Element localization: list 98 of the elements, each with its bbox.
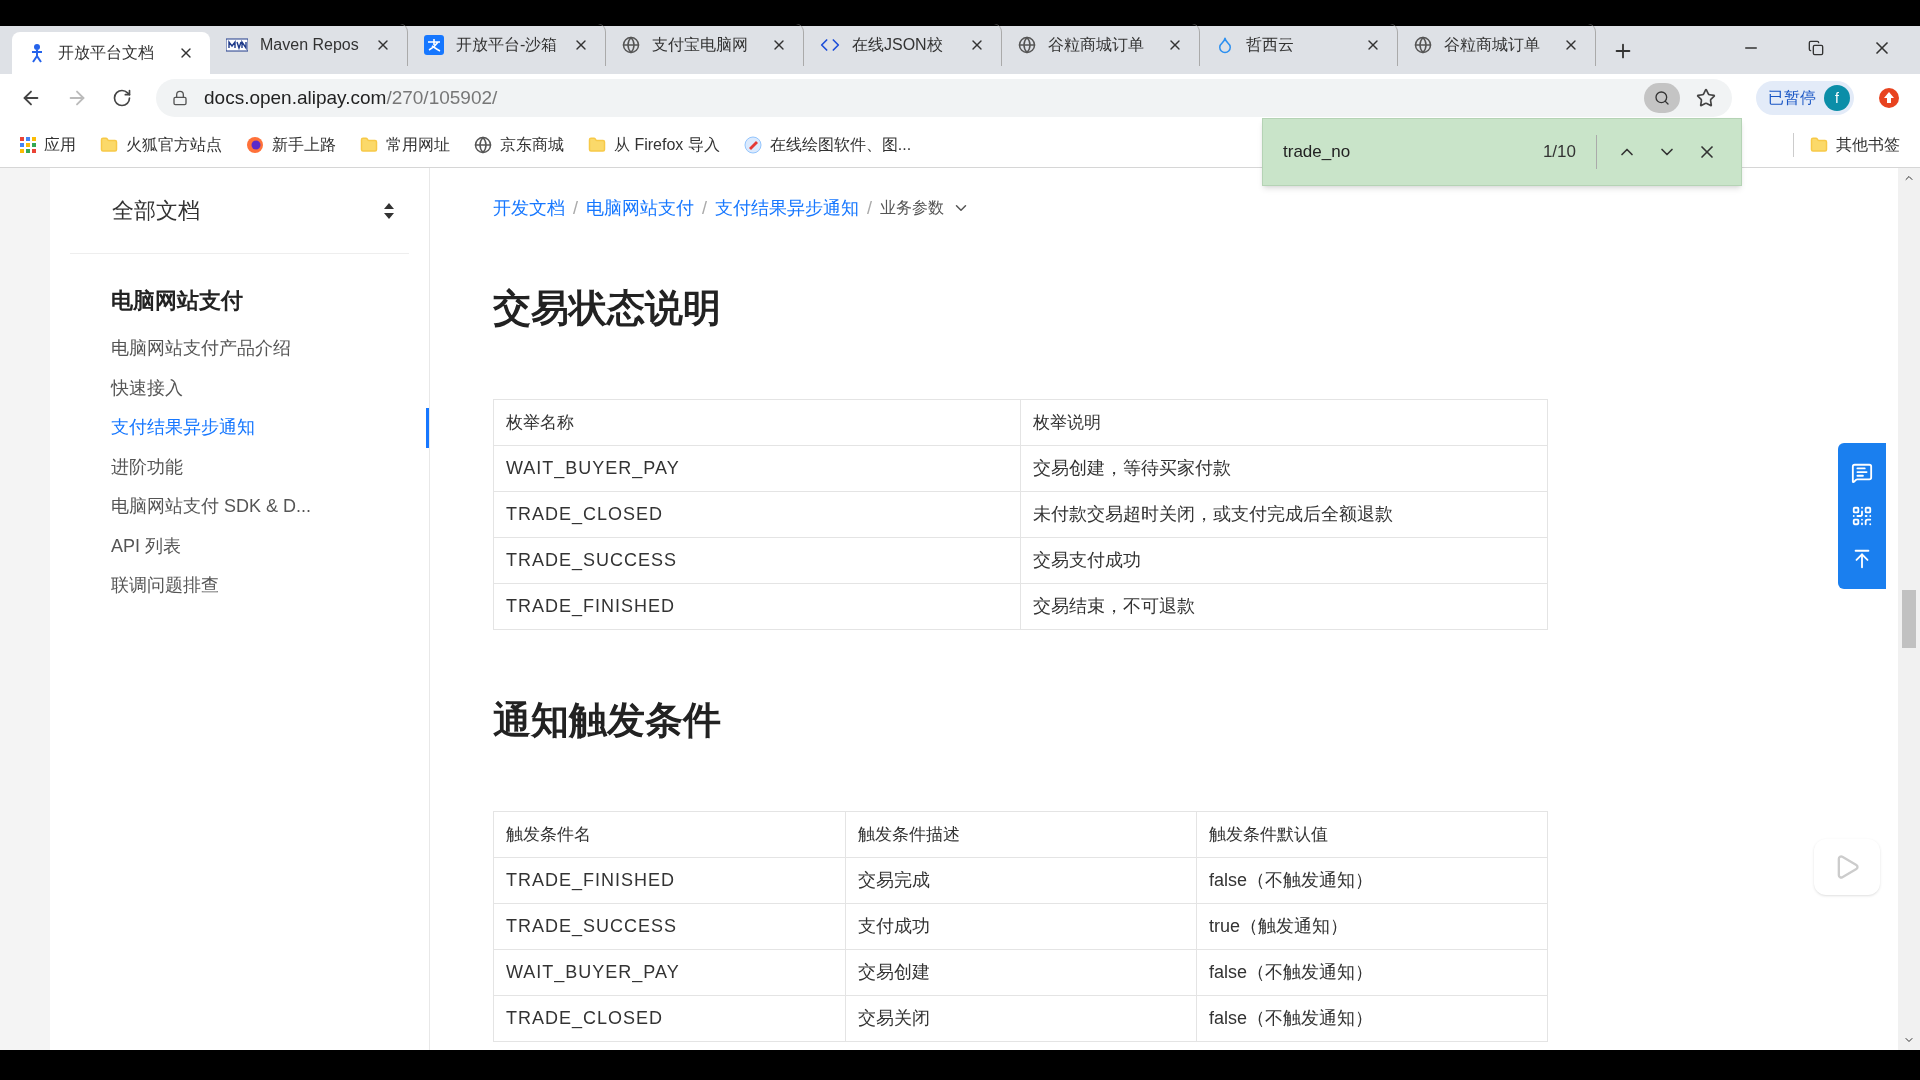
browser-tab[interactable]: 在线JSON校 bbox=[804, 24, 1002, 66]
sidebar-item[interactable]: 快速接入 bbox=[50, 368, 429, 408]
browser-tab[interactable]: 谷粒商城订单 bbox=[1002, 24, 1200, 66]
sidebar-item[interactable]: 电脑网站支付产品介绍 bbox=[50, 329, 429, 369]
sidebar-item[interactable]: 电脑网站支付 SDK & D... bbox=[50, 487, 429, 527]
column-header: 触发条件名 bbox=[494, 812, 846, 858]
bookmark[interactable]: 京东商城 bbox=[474, 132, 564, 157]
table-cell: false（不触发通知） bbox=[1197, 996, 1548, 1042]
browser-tab[interactable]: Maven Repos bbox=[210, 24, 408, 66]
globe-icon bbox=[1018, 36, 1036, 54]
update-icon[interactable] bbox=[1878, 87, 1900, 109]
browser-tab[interactable]: 开放平台-沙箱 bbox=[408, 24, 606, 66]
sidebar-item[interactable]: 进阶功能 bbox=[50, 447, 429, 487]
lock-icon bbox=[172, 90, 188, 106]
find-query[interactable]: trade_no bbox=[1283, 139, 1543, 165]
tab-title: Maven Repos bbox=[260, 35, 360, 55]
url-text: docs.open.alipay.com/270/105902/ bbox=[204, 85, 498, 110]
profile-button[interactable]: 已暂停 f bbox=[1756, 81, 1854, 115]
bookmark[interactable]: 其他书签 bbox=[1793, 132, 1900, 157]
tab-title: 开放平台-沙箱 bbox=[456, 35, 559, 55]
table-cell: TRADE_FINISHED bbox=[494, 858, 846, 904]
table-cell: 交易创建，等待买家付款 bbox=[1021, 446, 1548, 492]
table-cell: WAIT_BUYER_PAY bbox=[494, 446, 1021, 492]
folder-icon bbox=[588, 135, 606, 154]
tab-title: 开放平台文档 bbox=[58, 43, 155, 63]
table-cell: TRADE_CLOSED bbox=[494, 996, 846, 1042]
tab-title: 支付宝电脑网 bbox=[652, 35, 749, 55]
avatar: f bbox=[1824, 85, 1850, 111]
qr-code-icon[interactable] bbox=[1851, 505, 1873, 527]
reload-icon[interactable] bbox=[112, 88, 132, 108]
bookmark[interactable]: 火狐官方站点 bbox=[100, 132, 222, 157]
breadcrumb-separator: / bbox=[702, 196, 708, 220]
sort-icon[interactable] bbox=[383, 201, 395, 220]
payment-icon bbox=[424, 35, 444, 55]
breadcrumb-separator: / bbox=[867, 196, 873, 220]
browser-tab[interactable]: 开放平台文档 bbox=[12, 32, 210, 74]
restore-icon[interactable] bbox=[1808, 40, 1824, 56]
browser-tab[interactable]: 支付宝电脑网 bbox=[606, 24, 804, 66]
table-cell: TRADE_SUCCESS bbox=[494, 538, 1021, 584]
match-count: 1/10 bbox=[1542, 135, 1597, 169]
table-cell: 交易创建 bbox=[846, 950, 1197, 996]
table-cell: TRADE_CLOSED bbox=[494, 492, 1021, 538]
column-header: 触发条件描述 bbox=[846, 812, 1197, 858]
bookmark[interactable]: 新手上路 bbox=[246, 132, 336, 157]
tab-title: 哲西云 bbox=[1246, 35, 1295, 55]
column-header: 枚举名称 bbox=[494, 400, 1021, 446]
tab-title: 谷粒商城订单 bbox=[1444, 35, 1541, 55]
breadcrumb-separator: / bbox=[573, 196, 578, 220]
sidebar-item[interactable]: 支付结果异步通知 bbox=[50, 408, 429, 448]
globe-icon bbox=[474, 135, 492, 154]
firefox-icon bbox=[246, 135, 264, 154]
folder-icon bbox=[100, 135, 118, 154]
table-cell: 交易结束，不可退款 bbox=[1021, 584, 1548, 630]
breadcrumb-current[interactable]: 业务参数 bbox=[880, 196, 945, 220]
drawing-app-icon bbox=[743, 135, 762, 154]
browser-tab[interactable]: 哲西云 bbox=[1200, 24, 1398, 66]
section-heading: 通知触发条件 bbox=[493, 698, 722, 743]
table-cell: 交易完成 bbox=[846, 858, 1197, 904]
table-cell: true（触发通知） bbox=[1197, 904, 1548, 950]
table-cell: 交易支付成功 bbox=[1021, 538, 1548, 584]
help-icon[interactable] bbox=[1851, 461, 1873, 484]
table-cell: TRADE_SUCCESS bbox=[494, 904, 846, 950]
section-title: 电脑网站支付 bbox=[110, 287, 244, 315]
bookmark[interactable]: 在线绘图软件、图... bbox=[743, 132, 912, 157]
browser-tab[interactable]: 谷粒商城订单 bbox=[1398, 24, 1596, 66]
table-cell: false（不触发通知） bbox=[1197, 858, 1548, 904]
globe-icon bbox=[1414, 36, 1432, 54]
table-cell: 交易关闭 bbox=[846, 996, 1197, 1042]
address-bar[interactable]: docs.open.alipay.com/270/105902/ bbox=[156, 79, 1732, 117]
table-cell: WAIT_BUYER_PAY bbox=[494, 950, 846, 996]
folder-icon bbox=[360, 135, 378, 154]
column-header: 触发条件默认值 bbox=[1197, 812, 1548, 858]
table-cell: 未付款交易超时关闭，或支付完成后全额退款 bbox=[1021, 492, 1548, 538]
table-cell: 支付成功 bbox=[846, 904, 1197, 950]
breadcrumb-link[interactable]: 支付结果异步通知 bbox=[715, 194, 860, 222]
search-icon bbox=[1654, 90, 1670, 106]
section-heading: 交易状态说明 bbox=[493, 286, 722, 331]
scroll-thumb[interactable] bbox=[1902, 590, 1916, 648]
breadcrumb-link[interactable]: 电脑网站支付 bbox=[586, 194, 694, 222]
sidebar-header: 全部文档 bbox=[112, 197, 200, 225]
column-header: 枚举说明 bbox=[1021, 400, 1548, 446]
sidebar-item[interactable]: 联调问题排查 bbox=[50, 566, 429, 606]
bookmark[interactable]: 应用 bbox=[20, 132, 76, 157]
droplet-icon bbox=[1216, 36, 1234, 54]
bookmark[interactable]: 从 Firefox 导入 bbox=[588, 132, 720, 157]
bookmark[interactable]: 常用网址 bbox=[360, 132, 450, 157]
globe-icon bbox=[622, 36, 640, 54]
folder-icon bbox=[1810, 135, 1828, 154]
find-button[interactable] bbox=[1644, 83, 1680, 113]
tab-title: 谷粒商城订单 bbox=[1048, 35, 1145, 55]
table-cell: false（不触发通知） bbox=[1197, 950, 1548, 996]
tab-title: 在线JSON校 bbox=[852, 35, 944, 55]
bookmark-star-icon[interactable] bbox=[1696, 88, 1716, 108]
apps-icon bbox=[20, 136, 36, 153]
table-cell: TRADE_FINISHED bbox=[494, 584, 1021, 630]
mvn-icon bbox=[226, 37, 248, 53]
sidebar-item[interactable]: API 列表 bbox=[50, 526, 429, 566]
breadcrumb-link[interactable]: 开发文档 bbox=[493, 194, 565, 222]
